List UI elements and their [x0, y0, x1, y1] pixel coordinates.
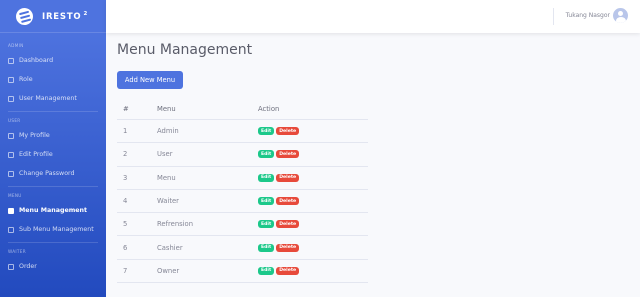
- row-menu-name: Menu: [157, 173, 176, 182]
- sidebar: IRESTO 2 ADMIN Dashboard Role User Managemen…: [0, 0, 106, 297]
- table-row: 5 Refrension Edit Delete: [117, 213, 368, 237]
- page-title: Menu Management: [117, 42, 253, 58]
- table-row: 7 Owner Edit Delete: [117, 260, 368, 284]
- sidebar-item-label: Edit Profile: [19, 151, 53, 158]
- user-name[interactable]: Tukang Nasgor: [566, 12, 610, 19]
- add-new-menu-button[interactable]: Add New Menu: [117, 71, 183, 89]
- delete-button[interactable]: Delete: [276, 243, 300, 252]
- sidebar-item-sub-menu-management[interactable]: Sub Menu Management: [0, 220, 106, 239]
- row-actions: Edit Delete: [253, 243, 368, 252]
- delete-button[interactable]: Delete: [276, 220, 300, 229]
- table-row: 6 Cashier Edit Delete: [117, 236, 368, 260]
- row-actions: Edit Delete: [253, 266, 368, 275]
- sidebar-item-edit-profile[interactable]: Edit Profile: [0, 145, 106, 164]
- row-actions: Edit Delete: [253, 173, 368, 182]
- edit-button[interactable]: Edit: [258, 266, 275, 275]
- delete-button[interactable]: Delete: [276, 150, 300, 159]
- sidebar-item-label: User Management: [19, 95, 77, 102]
- sidebar-item-order[interactable]: Order: [0, 257, 106, 276]
- table-header: # Menu Action: [117, 98, 368, 120]
- edit-button[interactable]: Edit: [258, 150, 275, 159]
- column-header-number: #: [123, 104, 129, 113]
- table-row: 3 Menu Edit Delete: [117, 167, 368, 190]
- row-menu-name: User: [157, 150, 173, 159]
- sidebar-item-role[interactable]: Role: [0, 70, 106, 89]
- brand-logo-icon: [14, 5, 35, 27]
- sidebar-heading: MENU: [8, 193, 22, 198]
- sidebar-item-change-password[interactable]: Change Password: [0, 164, 106, 183]
- edit-button[interactable]: Edit: [258, 243, 275, 252]
- row-number: 5: [123, 220, 128, 229]
- cart-icon: [8, 263, 14, 270]
- table-body: 1 Admin Edit Delete 2 User Edit Delete 3 Menu Edit…: [117, 120, 368, 284]
- brand[interactable]: IRESTO 2: [0, 0, 106, 33]
- row-menu-name: Cashier: [157, 243, 183, 252]
- dashboard-icon: [8, 57, 14, 64]
- folder-icon: [8, 207, 14, 214]
- sidebar-item-label: Sub Menu Management: [19, 226, 94, 233]
- row-actions: Edit Delete: [253, 127, 368, 136]
- sidebar-item-label: Order: [19, 263, 37, 270]
- edit-button[interactable]: Edit: [258, 197, 275, 206]
- table-row: 4 Waiter Edit Delete: [117, 190, 368, 214]
- delete-button[interactable]: Delete: [276, 173, 300, 182]
- user-icon: [8, 76, 14, 83]
- sidebar-item-label: Change Password: [19, 170, 75, 177]
- delete-button[interactable]: Delete: [276, 197, 300, 206]
- sidebar-item-label: Menu Management: [19, 207, 88, 214]
- row-menu-name: Waiter: [157, 197, 179, 206]
- sidebar-heading: WAITER: [8, 249, 26, 254]
- folder-open-icon: [8, 226, 14, 233]
- user-edit-icon: [8, 151, 14, 158]
- sidebar-item-my-profile[interactable]: My Profile: [0, 126, 106, 145]
- edit-button[interactable]: Edit: [258, 173, 275, 182]
- sidebar-item-label: Dashboard: [19, 57, 54, 64]
- row-menu-name: Owner: [157, 266, 180, 275]
- sidebar-item-user-management[interactable]: User Management: [0, 89, 106, 108]
- row-number: 2: [123, 150, 128, 159]
- user-icon: [8, 132, 14, 139]
- sidebar-heading: ADMIN: [8, 43, 24, 48]
- sidebar-divider: [8, 242, 98, 243]
- brand-name: IRESTO 2: [42, 10, 89, 22]
- row-menu-name: Admin: [157, 127, 179, 136]
- row-actions: Edit Delete: [253, 150, 368, 159]
- row-actions: Edit Delete: [253, 220, 368, 229]
- key-icon: [8, 170, 14, 177]
- row-number: 3: [123, 173, 128, 182]
- topbar: Tukang Nasgor: [106, 0, 640, 33]
- users-icon: [8, 95, 14, 102]
- sidebar-heading: USER: [8, 118, 21, 123]
- sidebar-divider: [8, 111, 98, 112]
- table-row: 1 Admin Edit Delete: [117, 120, 368, 144]
- row-number: 1: [123, 127, 128, 136]
- avatar[interactable]: [613, 8, 628, 23]
- row-number: 7: [123, 266, 128, 275]
- edit-button[interactable]: Edit: [258, 220, 275, 229]
- sidebar-item-menu-management[interactable]: Menu Management: [0, 201, 106, 220]
- row-number: 6: [123, 243, 128, 252]
- row-actions: Edit Delete: [253, 197, 368, 206]
- sidebar-item-label: My Profile: [19, 132, 50, 139]
- row-menu-name: Refrension: [157, 220, 194, 229]
- edit-button[interactable]: Edit: [258, 127, 275, 136]
- sidebar-divider: [8, 186, 98, 187]
- column-header-action: Action: [258, 104, 280, 113]
- topbar-divider: [553, 8, 554, 25]
- menu-table: # Menu Action 1 Admin Edit Delete 2 User Edit D…: [117, 98, 368, 284]
- table-row: 2 User Edit Delete: [117, 143, 368, 167]
- sidebar-item-label: Role: [19, 76, 33, 83]
- column-header-menu: Menu: [157, 104, 176, 113]
- sidebar-item-dashboard[interactable]: Dashboard: [0, 51, 106, 70]
- row-number: 4: [123, 197, 128, 206]
- page-header: Menu Management: [117, 42, 252, 58]
- delete-button[interactable]: Delete: [276, 266, 300, 275]
- delete-button[interactable]: Delete: [276, 127, 300, 136]
- sidebar-nav: ADMIN Dashboard Role User Management USER My …: [0, 43, 106, 276]
